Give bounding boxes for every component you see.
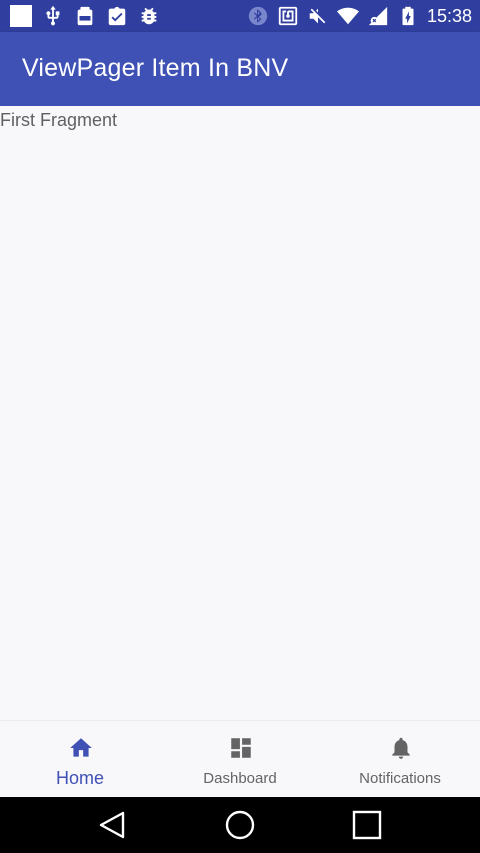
system-navigation-bar <box>0 797 480 853</box>
bluetooth-icon <box>247 5 269 27</box>
status-time: 15:38 <box>426 6 472 26</box>
nav-label-home: Home <box>55 768 104 788</box>
mute-icon <box>307 5 329 27</box>
battery-100-icon <box>74 5 96 27</box>
recents-icon[interactable] <box>351 809 383 841</box>
status-bar: 15:38 <box>0 0 480 32</box>
fragment-text: First Fragment <box>0 110 118 130</box>
nfc-icon <box>277 5 299 27</box>
nav-label-dashboard: Dashboard <box>203 770 277 787</box>
fragment-container: First Fragment <box>0 106 480 720</box>
android-bug-icon <box>138 5 160 27</box>
battery-charging-icon <box>397 5 419 27</box>
status-right-icons: 15:38 <box>247 4 472 28</box>
bottom-navigation: Home Dashboard Notifications <box>0 720 480 798</box>
app-title: ViewPager Item In BNV <box>22 54 289 82</box>
usb-icon <box>42 5 64 27</box>
screen: 15:38 ViewPager Item In BNV First Fragme… <box>0 0 480 853</box>
nav-item-home[interactable]: Home <box>0 721 160 798</box>
nav-item-dashboard[interactable]: Dashboard <box>160 721 320 798</box>
clipboard-check-icon <box>106 5 128 27</box>
app-bar: ViewPager Item In BNV <box>0 32 480 106</box>
back-icon[interactable] <box>97 809 129 841</box>
wifi-icon <box>336 5 359 27</box>
home-circle-icon[interactable] <box>224 809 256 841</box>
home-icon <box>68 735 94 761</box>
bell-icon <box>388 735 414 761</box>
nav-item-notifications[interactable]: Notifications <box>320 721 480 798</box>
dashboard-icon <box>228 735 254 761</box>
status-left-icons <box>10 4 160 28</box>
white-square-icon <box>10 5 32 27</box>
nav-label-notifications: Notifications <box>359 770 441 787</box>
signal-icon <box>367 5 389 27</box>
